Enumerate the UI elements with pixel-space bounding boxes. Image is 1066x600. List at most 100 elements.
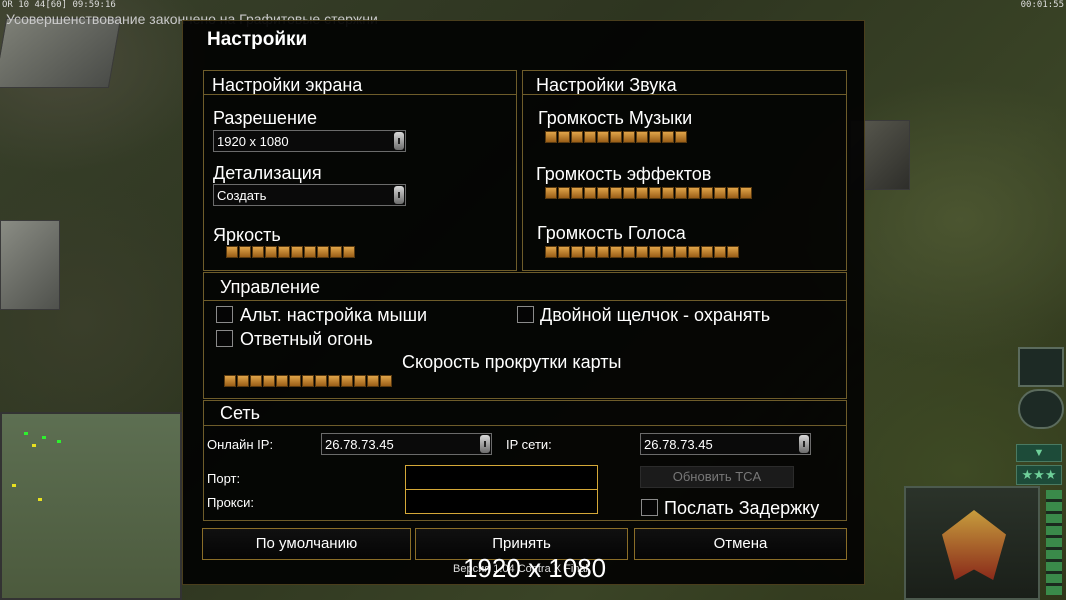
slider-segment[interactable] <box>545 246 557 258</box>
double-click-guard-checkbox[interactable] <box>517 306 534 323</box>
slider-segment[interactable] <box>571 246 583 258</box>
slider-segment[interactable] <box>623 131 635 143</box>
slider-segment[interactable] <box>701 187 713 199</box>
dropdown-arrow-icon[interactable] <box>480 435 490 453</box>
slider-segment[interactable] <box>597 131 609 143</box>
minimap[interactable] <box>0 412 182 600</box>
default-button[interactable]: По умолчанию <box>202 528 411 560</box>
dropdown-arrow-icon[interactable] <box>394 186 404 204</box>
slider-segment[interactable] <box>341 375 353 387</box>
port-input[interactable] <box>405 465 598 490</box>
slider-segment[interactable] <box>380 375 392 387</box>
slider-segment[interactable] <box>610 131 622 143</box>
voice-volume-slider[interactable] <box>545 246 739 258</box>
slider-segment[interactable] <box>237 375 249 387</box>
slider-segment[interactable] <box>649 131 661 143</box>
faction-emblem <box>904 486 1040 600</box>
slider-segment[interactable] <box>263 375 275 387</box>
slider-segment[interactable] <box>239 246 251 258</box>
slider-segment[interactable] <box>636 246 648 258</box>
slider-segment[interactable] <box>623 246 635 258</box>
chevron-down-icon[interactable]: ▼ <box>1016 444 1062 462</box>
send-delay-label: Послать Задержку <box>664 498 820 518</box>
slider-segment[interactable] <box>330 246 342 258</box>
slider-segment[interactable] <box>727 246 739 258</box>
radar-button[interactable] <box>1018 389 1064 429</box>
slider-segment[interactable] <box>354 375 366 387</box>
slider-segment[interactable] <box>304 246 316 258</box>
slider-segment[interactable] <box>649 187 661 199</box>
slider-segment[interactable] <box>571 131 583 143</box>
slider-segment[interactable] <box>545 131 557 143</box>
slider-segment[interactable] <box>727 187 739 199</box>
slider-segment[interactable] <box>317 246 329 258</box>
slider-segment[interactable] <box>291 246 303 258</box>
slider-segment[interactable] <box>636 131 648 143</box>
slider-segment[interactable] <box>343 246 355 258</box>
slider-segment[interactable] <box>289 375 301 387</box>
slider-segment[interactable] <box>740 187 752 199</box>
online-ip-dropdown[interactable]: 26.78.73.45 <box>321 433 492 455</box>
slider-segment[interactable] <box>688 187 700 199</box>
resolution-dropdown[interactable]: 1920 x 1080 <box>213 130 406 152</box>
slider-segment[interactable] <box>597 246 609 258</box>
slider-segment[interactable] <box>675 187 687 199</box>
slider-segment[interactable] <box>584 131 596 143</box>
music-volume-slider[interactable] <box>545 131 687 143</box>
lan-ip-dropdown[interactable]: 26.78.73.45 <box>640 433 811 455</box>
slider-segment[interactable] <box>714 187 726 199</box>
proxy-input[interactable] <box>405 489 598 514</box>
slider-segment[interactable] <box>250 375 262 387</box>
effects-volume-slider[interactable] <box>545 187 752 199</box>
update-tca-button[interactable]: Обновить TCA <box>640 466 794 488</box>
slider-segment[interactable] <box>278 246 290 258</box>
dropdown-arrow-icon[interactable] <box>799 435 809 453</box>
slider-segment[interactable] <box>662 131 674 143</box>
slider-segment[interactable] <box>545 187 557 199</box>
slider-segment[interactable] <box>701 246 713 258</box>
scroll-speed-slider[interactable] <box>224 375 392 387</box>
minimap-unit-dot <box>24 432 28 435</box>
slider-segment[interactable] <box>315 375 327 387</box>
dropdown-arrow-icon[interactable] <box>394 132 404 150</box>
slider-segment[interactable] <box>662 187 674 199</box>
send-delay-checkbox[interactable] <box>641 499 658 516</box>
slider-segment[interactable] <box>252 246 264 258</box>
slider-segment[interactable] <box>636 187 648 199</box>
slider-segment[interactable] <box>558 246 570 258</box>
slider-segment[interactable] <box>226 246 238 258</box>
resolution-label: Разрешение <box>213 108 317 128</box>
cancel-button[interactable]: Отмена <box>634 528 847 560</box>
rank-stars-icon[interactable]: ★★★ <box>1016 465 1062 485</box>
slider-segment[interactable] <box>688 246 700 258</box>
dialog-title: Настройки <box>207 29 308 50</box>
slider-segment[interactable] <box>584 246 596 258</box>
slider-segment[interactable] <box>276 375 288 387</box>
slider-segment[interactable] <box>302 375 314 387</box>
slider-segment[interactable] <box>610 187 622 199</box>
slider-segment[interactable] <box>367 375 379 387</box>
base-building[interactable] <box>0 220 60 310</box>
slider-segment[interactable] <box>675 131 687 143</box>
alt-mouse-checkbox[interactable] <box>216 306 233 323</box>
slider-segment[interactable] <box>610 246 622 258</box>
slider-segment[interactable] <box>714 246 726 258</box>
slider-segment[interactable] <box>558 131 570 143</box>
slider-segment[interactable] <box>597 187 609 199</box>
slider-segment[interactable] <box>224 375 236 387</box>
slider-segment[interactable] <box>571 187 583 199</box>
slider-segment[interactable] <box>623 187 635 199</box>
brightness-slider[interactable] <box>226 246 355 258</box>
detail-dropdown[interactable]: Создать <box>213 184 406 206</box>
slider-segment[interactable] <box>265 246 277 258</box>
unit-portrait-button[interactable] <box>1018 347 1064 387</box>
base-building[interactable] <box>0 18 122 88</box>
slider-segment[interactable] <box>328 375 340 387</box>
slider-segment[interactable] <box>662 246 674 258</box>
slider-segment[interactable] <box>649 246 661 258</box>
slider-segment[interactable] <box>584 187 596 199</box>
screen-settings-section: Настройки экрана Разрешение 1920 x 1080 … <box>203 70 517 271</box>
slider-segment[interactable] <box>675 246 687 258</box>
return-fire-checkbox[interactable] <box>216 330 233 347</box>
slider-segment[interactable] <box>558 187 570 199</box>
